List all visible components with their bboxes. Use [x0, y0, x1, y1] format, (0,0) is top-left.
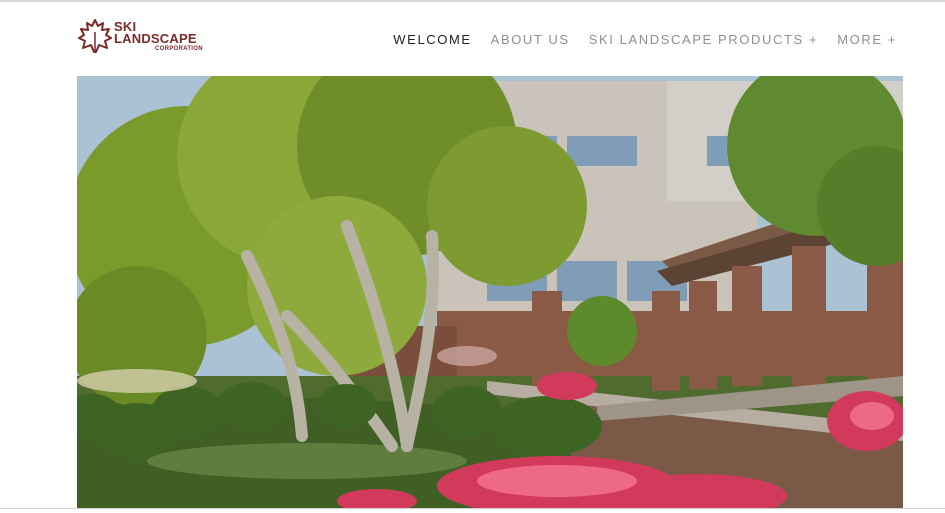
hero-landscape-photo	[77, 76, 903, 508]
nav-welcome[interactable]: WELCOME	[393, 32, 471, 47]
nav-ski-landscape-products[interactable]: SKI LANDSCAPE PRODUCTS +	[589, 32, 818, 47]
hero-image	[77, 76, 903, 508]
logo-text-landscape: LANDSCAPE	[114, 31, 197, 46]
main-nav: WELCOME ABOUT US SKI LANDSCAPE PRODUCTS …	[393, 32, 897, 47]
maple-leaf-icon	[78, 19, 112, 53]
nav-more[interactable]: MORE +	[837, 32, 897, 47]
site-header: SKI LANDSCAPE CORPORATION WELCOME ABOUT …	[0, 2, 945, 76]
site-logo[interactable]: SKI LANDSCAPE CORPORATION	[78, 18, 218, 58]
bottom-border	[0, 508, 945, 509]
logo-text-corporation: CORPORATION	[155, 46, 203, 52]
nav-about-us[interactable]: ABOUT US	[491, 32, 570, 47]
